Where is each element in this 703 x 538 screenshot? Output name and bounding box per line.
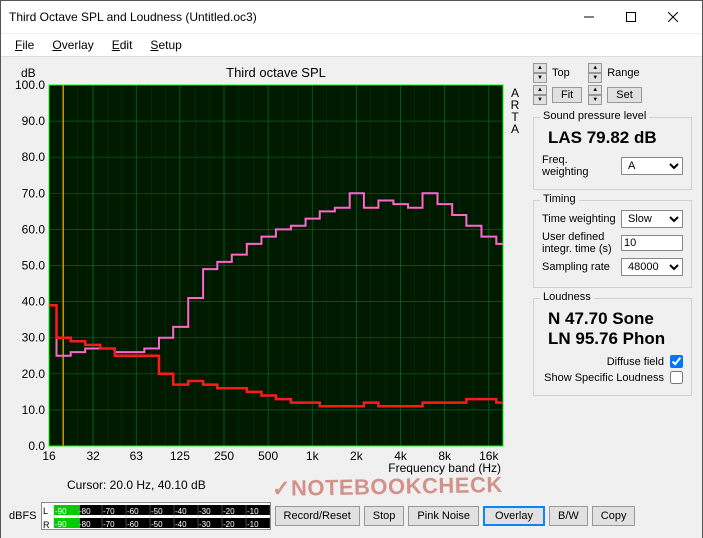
menu-overlay[interactable]: Overlay: [44, 36, 101, 54]
svg-text:-40: -40: [175, 507, 187, 516]
top-down[interactable]: ▼: [533, 73, 547, 83]
level-meter: LR -90 -90 -80 -80 -70 -70 -60 -60 -50 -50 -40 -40 -3…: [41, 502, 271, 530]
svg-text:-60: -60: [127, 507, 139, 516]
svg-text:30.0: 30.0: [22, 331, 46, 345]
svg-text:80.0: 80.0: [22, 150, 46, 164]
range-label: Range: [607, 67, 639, 79]
svg-text:90.0: 90.0: [22, 114, 46, 128]
close-button[interactable]: [652, 7, 694, 27]
record-button[interactable]: Record/Reset: [275, 506, 360, 526]
svg-text:-80: -80: [79, 520, 91, 529]
svg-text:250: 250: [214, 449, 234, 463]
stop-button[interactable]: Stop: [364, 506, 405, 526]
svg-text:100.0: 100.0: [15, 78, 45, 92]
window-title: Third Octave SPL and Loudness (Untitled.…: [9, 10, 257, 24]
svg-text:1k: 1k: [306, 449, 320, 463]
fit-down[interactable]: ▼: [533, 95, 547, 105]
diffuse-label: Diffuse field: [607, 356, 664, 368]
svg-text:32: 32: [86, 449, 100, 463]
svg-text:60.0: 60.0: [22, 222, 46, 236]
set-button[interactable]: Set: [607, 87, 642, 103]
svg-text:A: A: [511, 122, 519, 136]
diffuse-checkbox[interactable]: [670, 355, 683, 368]
freq-weight-select[interactable]: A: [621, 157, 683, 175]
svg-text:dB: dB: [271, 520, 272, 529]
minimize-button[interactable]: [568, 7, 610, 27]
overlay-button[interactable]: Overlay: [483, 506, 545, 526]
top-label: Top: [552, 67, 570, 79]
svg-text:10.0: 10.0: [22, 403, 46, 417]
loudness-group-title: Loudness: [540, 291, 594, 303]
time-weight-label: Time weighting: [542, 213, 617, 225]
fit-button[interactable]: Fit: [552, 87, 582, 103]
loudness-n: N 47.70 Sone: [548, 309, 683, 329]
svg-text:dB: dB: [271, 507, 272, 516]
svg-text:-80: -80: [79, 507, 91, 516]
spl-group: Sound pressure level LAS 79.82 dB Freq. …: [533, 117, 692, 190]
svg-text:70.0: 70.0: [22, 186, 46, 200]
copy-button[interactable]: Copy: [592, 506, 636, 526]
specific-label: Show Specific Loudness: [544, 372, 664, 384]
svg-text:-50: -50: [151, 520, 163, 529]
spl-value: LAS 79.82 dB: [548, 128, 683, 148]
svg-text:-40: -40: [175, 520, 187, 529]
loudness-group: Loudness N 47.70 Sone LN 95.76 Phon Diff…: [533, 298, 692, 396]
top-up[interactable]: ▲: [533, 63, 547, 73]
svg-text:dB: dB: [21, 66, 36, 80]
svg-text:Frequency band (Hz): Frequency band (Hz): [388, 461, 501, 475]
time-weight-select[interactable]: Slow: [621, 210, 683, 228]
svg-text:-20: -20: [223, 520, 235, 529]
svg-text:-50: -50: [151, 507, 163, 516]
svg-text:500: 500: [258, 449, 278, 463]
maximize-button[interactable]: [610, 7, 652, 27]
menu-setup[interactable]: Setup: [142, 36, 189, 54]
bw-button[interactable]: B/W: [549, 506, 588, 526]
svg-text:-90: -90: [55, 507, 67, 516]
menu-file[interactable]: File: [7, 36, 42, 54]
svg-text:40.0: 40.0: [22, 295, 46, 309]
svg-text:-60: -60: [127, 520, 139, 529]
svg-text:16: 16: [42, 449, 56, 463]
svg-text:125: 125: [170, 449, 190, 463]
svg-text:50.0: 50.0: [22, 259, 46, 273]
svg-text:2k: 2k: [350, 449, 364, 463]
spl-group-title: Sound pressure level: [540, 110, 649, 122]
svg-text:Third octave SPL: Third octave SPL: [226, 65, 326, 80]
menu-edit[interactable]: Edit: [104, 36, 141, 54]
integ-input[interactable]: [621, 235, 683, 251]
freq-weight-label: Freq. weighting: [542, 154, 617, 178]
svg-text:-70: -70: [103, 507, 115, 516]
svg-text:-70: -70: [103, 520, 115, 529]
svg-text:-10: -10: [247, 507, 259, 516]
svg-text:L: L: [43, 506, 48, 516]
loudness-ln: LN 95.76 Phon: [548, 329, 683, 349]
meter-dbfs-label: dBFS: [9, 510, 37, 522]
menu-bar: File Overlay Edit Setup: [1, 34, 702, 57]
range-down[interactable]: ▼: [588, 73, 602, 83]
timing-group-title: Timing: [540, 193, 579, 205]
svg-text:-90: -90: [55, 520, 67, 529]
svg-text:-30: -30: [199, 507, 211, 516]
rate-label: Sampling rate: [542, 261, 617, 273]
timing-group: Timing Time weighting Slow User defined …: [533, 200, 692, 288]
integ-label: User defined integr. time (s): [542, 231, 617, 255]
svg-text:63: 63: [130, 449, 144, 463]
svg-text:R: R: [43, 520, 50, 530]
set-down[interactable]: ▼: [588, 95, 602, 105]
svg-text:20.0: 20.0: [22, 367, 46, 381]
svg-text:-20: -20: [223, 507, 235, 516]
pink-noise-button[interactable]: Pink Noise: [408, 506, 479, 526]
svg-text:-30: -30: [199, 520, 211, 529]
svg-text:-10: -10: [247, 520, 259, 529]
range-up[interactable]: ▲: [588, 63, 602, 73]
rate-select[interactable]: 48000: [621, 258, 683, 276]
title-bar: Third Octave SPL and Loudness (Untitled.…: [1, 1, 702, 34]
fit-up[interactable]: ▲: [533, 85, 547, 95]
cursor-readout: Cursor: 20.0 Hz, 40.10 dB: [11, 476, 525, 494]
spl-plot[interactable]: 0.010.020.030.040.050.060.070.080.090.01…: [11, 63, 525, 476]
set-up[interactable]: ▲: [588, 85, 602, 95]
specific-checkbox[interactable]: [670, 371, 683, 384]
